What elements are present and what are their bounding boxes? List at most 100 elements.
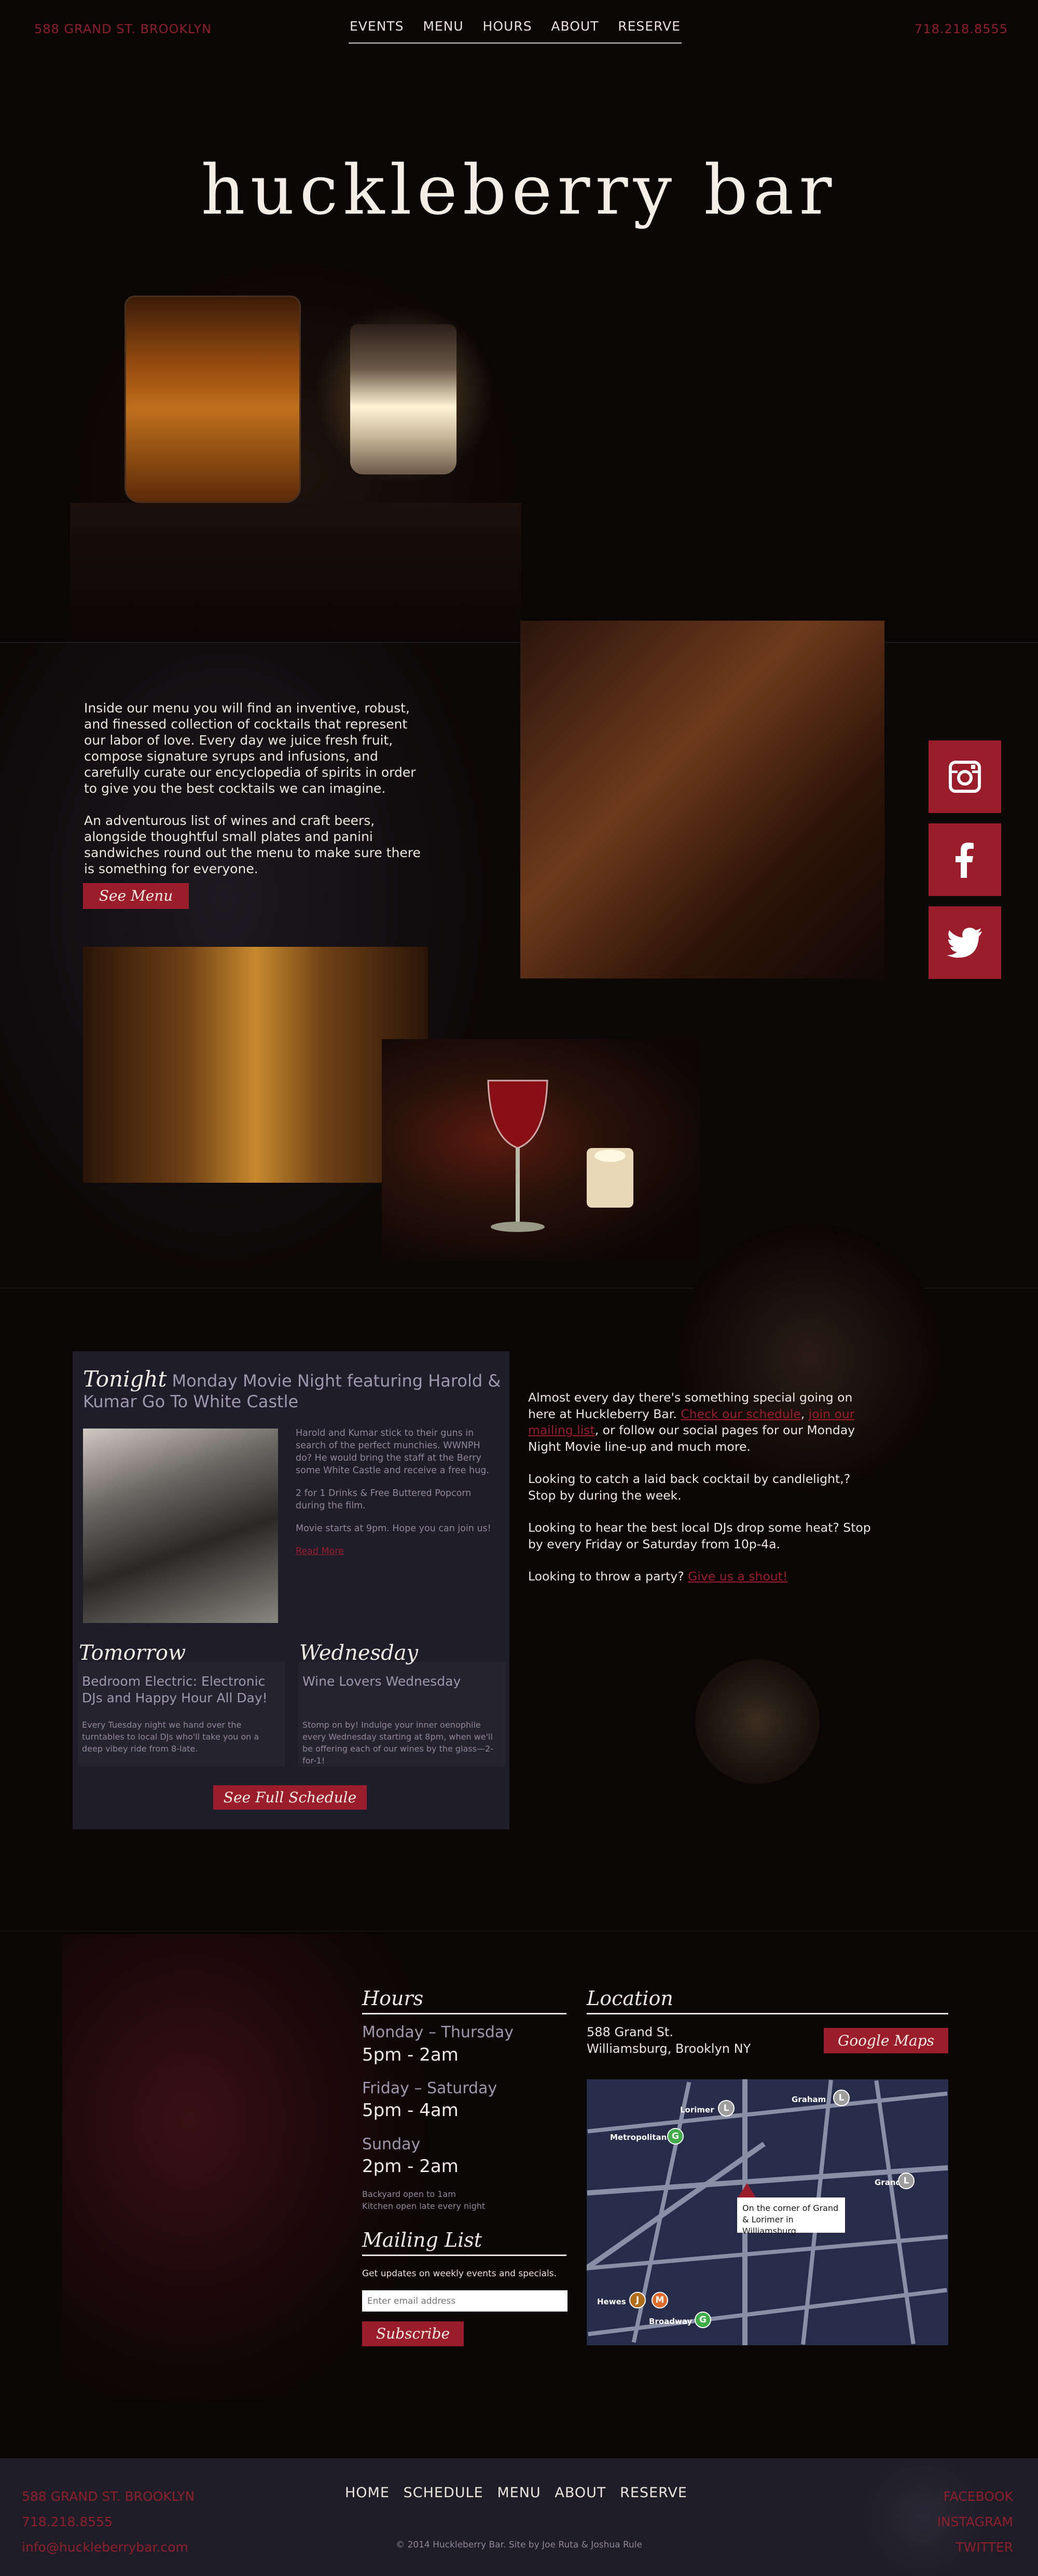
tonight-paragraph: Harold and Kumar stick to their guns in … bbox=[296, 1428, 489, 1476]
events-text: Looking to throw a party? bbox=[528, 1569, 688, 1584]
map-street bbox=[587, 2091, 948, 2134]
tonight-heading: Tonight Monday Movie Night featuring Har… bbox=[83, 1366, 503, 1412]
header-phone[interactable]: 718.218.8555 bbox=[915, 22, 1008, 36]
kitchen-note: Kitchen open late every night bbox=[362, 2201, 486, 2211]
events-paragraph: Looking to throw a party? Give us a shou… bbox=[528, 1569, 876, 1585]
footer-nav-home[interactable]: HOME bbox=[345, 2485, 390, 2501]
station-j-icon: J bbox=[629, 2292, 646, 2308]
wednesday-label: Wednesday bbox=[299, 1641, 419, 1665]
nav-about[interactable]: ABOUT bbox=[551, 19, 599, 34]
mailing-description: Get updates on weekly events and special… bbox=[362, 2269, 557, 2279]
header-address[interactable]: 588 GRAND ST. BROOKLYN bbox=[34, 22, 212, 36]
location-map[interactable]: Lorimer L Graham L Metropolitan G Grand … bbox=[587, 2079, 948, 2345]
events-paragraph: Looking to hear the best local DJs drop … bbox=[528, 1520, 871, 1551]
contact-link[interactable]: Give us a shout! bbox=[688, 1569, 787, 1584]
tomorrow-title[interactable]: Bedroom Electric: Electronic DJs and Hap… bbox=[82, 1673, 279, 1706]
nav-menu[interactable]: MENU bbox=[423, 19, 463, 34]
footer-facebook-link[interactable]: FACEBOOK bbox=[937, 2484, 1013, 2509]
menu-paragraph: An adventurous list of wines and craft b… bbox=[84, 813, 421, 876]
footer-address[interactable]: 588 GRAND ST. BROOKLYN bbox=[22, 2484, 195, 2509]
events-paragraph: Almost every day there's something speci… bbox=[528, 1390, 876, 1455]
tonight-paragraph: 2 for 1 Drinks & Free Buttered Popcorn d… bbox=[296, 1488, 472, 1511]
wine-glass-photo bbox=[382, 1039, 701, 1261]
wednesday-desc: Stomp on by! Indulge your inner oenophil… bbox=[302, 1720, 493, 1766]
tomorrow-desc: Every Tuesday night we hand over the tur… bbox=[82, 1720, 259, 1754]
footer-nav-reserve[interactable]: RESERVE bbox=[620, 2485, 687, 2501]
station-l-icon: L bbox=[833, 2090, 850, 2106]
wednesday-card: Wednesday Wine Lovers Wednesday Stomp on… bbox=[298, 1641, 506, 1767]
hero-photo bbox=[70, 259, 521, 643]
hours-heading: Hours bbox=[362, 1987, 566, 2014]
tomorrow-card: Tomorrow Bedroom Electric: Electronic DJ… bbox=[78, 1641, 285, 1767]
lemon-illustration bbox=[695, 1659, 820, 1784]
google-maps-button[interactable]: Google Maps bbox=[824, 2028, 948, 2053]
wednesday-title[interactable]: Wine Lovers Wednesday bbox=[302, 1673, 500, 1690]
top-nav: EVENTS MENU HOURS ABOUT RESERVE bbox=[349, 19, 682, 44]
subscribe-button[interactable]: Subscribe bbox=[362, 2321, 464, 2346]
facebook-button[interactable] bbox=[929, 823, 1001, 896]
read-more-link[interactable]: Read More bbox=[296, 1545, 498, 1558]
station-g-icon: G bbox=[695, 2312, 711, 2328]
footer-nav-menu[interactable]: MENU bbox=[497, 2485, 541, 2501]
nav-events[interactable]: EVENTS bbox=[350, 19, 404, 34]
schedule-link[interactable]: Check our schedule bbox=[681, 1407, 800, 1421]
hours-day: Friday – Saturday bbox=[362, 2079, 497, 2097]
footer-nav-about[interactable]: ABOUT bbox=[555, 2485, 606, 2501]
cocktail-glass bbox=[124, 296, 301, 503]
bartender-photo bbox=[520, 621, 884, 978]
station-l-icon: L bbox=[898, 2173, 915, 2189]
station-m-icon: M bbox=[652, 2292, 668, 2308]
nav-reserve[interactable]: RESERVE bbox=[618, 19, 681, 34]
station-label: Graham bbox=[792, 2095, 826, 2104]
candle-votive bbox=[350, 324, 456, 474]
tonight-description: Harold and Kumar stick to their guns in … bbox=[296, 1427, 498, 1568]
see-menu-button[interactable]: See Menu bbox=[83, 883, 189, 909]
footer-nav: HOME SCHEDULE MENU ABOUT RESERVE bbox=[345, 2485, 687, 2501]
backyard-note: Backyard open to 1am bbox=[362, 2189, 456, 2199]
tomorrow-label: Tomorrow bbox=[79, 1641, 186, 1665]
station-label: Metropolitan bbox=[610, 2133, 667, 2142]
footer-instagram-link[interactable]: INSTAGRAM bbox=[937, 2509, 1013, 2535]
hours-day: Monday – Thursday bbox=[362, 2023, 514, 2041]
tonight-label: Tonight bbox=[83, 1366, 167, 1392]
mailing-heading: Mailing List bbox=[362, 2229, 566, 2256]
station-g-icon: G bbox=[667, 2128, 684, 2145]
footer-nav-schedule[interactable]: SCHEDULE bbox=[404, 2485, 483, 2501]
brand-logo: huckleberry bar bbox=[201, 150, 837, 230]
menu-description: Inside our menu you will find an inventi… bbox=[84, 700, 432, 893]
movie-still-photo bbox=[83, 1429, 278, 1623]
street-address: 588 Grand St. Williamsburg, Brooklyn NY bbox=[587, 2024, 751, 2057]
tonight-paragraph: Movie starts at 9pm. Hope you can join u… bbox=[296, 1523, 491, 1534]
station-label: Hewes bbox=[597, 2297, 626, 2306]
events-paragraph: Looking to catch a laid back cocktail by… bbox=[528, 1472, 851, 1503]
station-label: Grand bbox=[875, 2178, 902, 2187]
hours-time: 2pm - 2am bbox=[362, 2156, 459, 2177]
instagram-button[interactable] bbox=[929, 740, 1001, 813]
nav-hours[interactable]: HOURS bbox=[483, 19, 532, 34]
map-street bbox=[874, 2080, 916, 2345]
footer-phone[interactable]: 718.218.8555 bbox=[22, 2509, 195, 2535]
instagram-icon bbox=[949, 761, 981, 793]
footer-twitter-link[interactable]: TWITTER bbox=[937, 2535, 1013, 2560]
menu-paragraph: Inside our menu you will find an inventi… bbox=[84, 701, 416, 796]
map-street bbox=[587, 2234, 948, 2271]
map-pin-icon[interactable] bbox=[738, 2183, 756, 2197]
footer-social: FACEBOOK INSTAGRAM TWITTER bbox=[937, 2484, 1013, 2560]
hours-time: 5pm - 4am bbox=[362, 2100, 459, 2121]
wine-glass-illustration bbox=[487, 1080, 633, 1232]
events-description: Almost every day there's something speci… bbox=[528, 1390, 876, 1601]
station-label: Lorimer bbox=[680, 2105, 714, 2115]
twitter-button[interactable] bbox=[929, 906, 1001, 979]
facebook-icon bbox=[956, 843, 974, 878]
full-schedule-button[interactable]: See Full Schedule bbox=[213, 1785, 367, 1810]
location-heading: Location bbox=[587, 1987, 948, 2014]
cellar-photo bbox=[83, 947, 428, 1183]
email-field[interactable] bbox=[362, 2290, 568, 2312]
station-l-icon: L bbox=[718, 2100, 735, 2117]
map-callout: On the corner of Grand & Lorimer in Will… bbox=[737, 2197, 845, 2236]
hours-time: 5pm - 2am bbox=[362, 2045, 459, 2065]
address-line: Williamsburg, Brooklyn NY bbox=[587, 2041, 751, 2056]
station-label: Broadway bbox=[649, 2317, 693, 2326]
hours-note: Backyard open to 1am Kitchen open late e… bbox=[362, 2188, 570, 2212]
copyright: © 2014 Huckleberry Bar. Site by Joe Ruta… bbox=[396, 2540, 642, 2550]
